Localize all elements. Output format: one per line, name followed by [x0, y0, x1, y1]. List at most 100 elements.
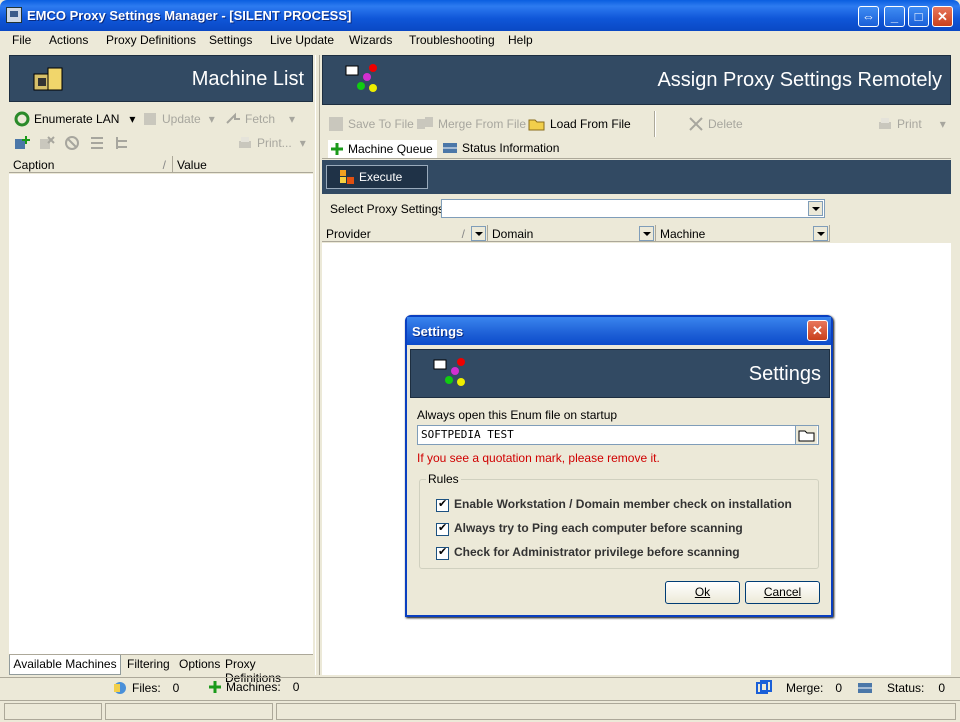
- menu-help[interactable]: Help: [508, 33, 533, 47]
- dialog-title-bar: Settings ✕: [407, 317, 831, 345]
- save-to-file-button[interactable]: Save To File: [328, 116, 414, 132]
- left-print-label: Print...: [257, 136, 292, 150]
- tab-options[interactable]: Options: [179, 657, 220, 671]
- merge-from-file-label: Merge From File: [438, 117, 527, 131]
- machines-status: Machines: 0: [208, 680, 299, 694]
- tab-status-information[interactable]: Status Information: [442, 141, 559, 155]
- status-panel: [276, 703, 956, 720]
- status-bar-top: Files: 0 Machines: 0 Merge: 0 Status: 0: [0, 677, 960, 699]
- filter-dropdown-icon[interactable]: [471, 226, 486, 241]
- rule-label-admin: Check for Administrator privilege before…: [454, 545, 740, 559]
- enumerate-lan-label: Enumerate LAN: [34, 112, 120, 126]
- tab-filtering[interactable]: Filtering: [127, 657, 170, 671]
- status-panel: [105, 703, 273, 720]
- update-label: Update: [162, 112, 201, 126]
- right-print-button[interactable]: Print ▾: [877, 116, 946, 132]
- load-from-file-label: Load From File: [550, 117, 631, 131]
- select-proxy-dropdown[interactable]: [441, 199, 825, 218]
- delete-label: Delete: [708, 117, 743, 131]
- left-tabs: Available Machines Filtering Options Pro…: [9, 654, 313, 685]
- domain-column-header[interactable]: Domain: [488, 225, 656, 242]
- files-status: Files: 0: [112, 680, 179, 696]
- menu-live-update[interactable]: Live Update: [270, 33, 334, 47]
- delete-icon: [689, 117, 703, 131]
- add-machine-icon[interactable]: [14, 135, 30, 151]
- status-bar-bottom: [0, 700, 960, 722]
- minimize-button[interactable]: _: [884, 6, 905, 27]
- machine-grid-body[interactable]: [9, 174, 313, 654]
- menu-settings[interactable]: Settings: [209, 33, 252, 47]
- menu-wizards[interactable]: Wizards: [349, 33, 392, 47]
- block-icon[interactable]: [64, 135, 80, 151]
- chevron-down-icon[interactable]: ▾: [300, 136, 306, 150]
- dialog-title: Settings: [412, 324, 464, 339]
- execute-icon: [340, 170, 354, 184]
- cancel-button[interactable]: Cancel: [745, 581, 820, 604]
- left-print-button[interactable]: Print... ▾: [237, 135, 306, 151]
- merge-from-file-button[interactable]: Merge From File: [416, 116, 526, 132]
- menu-bar: File Actions Proxy Definitions Settings …: [4, 31, 956, 51]
- pin-button[interactable]: ⇔: [858, 6, 879, 27]
- left-toolbar-row2: [14, 135, 130, 151]
- filter-dropdown-icon[interactable]: [813, 226, 828, 241]
- tab-available-machines[interactable]: Available Machines: [9, 655, 121, 675]
- ok-button[interactable]: Ok: [665, 581, 740, 604]
- delete-button[interactable]: Delete: [688, 116, 743, 132]
- close-button[interactable]: ✕: [932, 6, 953, 27]
- rule-checkbox-workstation[interactable]: [436, 497, 449, 512]
- update-button[interactable]: Update ▾: [142, 111, 215, 127]
- merge-icon: [417, 117, 433, 129]
- merge-status: Merge: 0: [756, 680, 842, 696]
- splitter[interactable]: [315, 55, 320, 675]
- chevron-down-icon[interactable]: ▾: [289, 112, 295, 126]
- rule-checkbox-ping[interactable]: [436, 521, 449, 536]
- fetch-button[interactable]: Fetch ▾: [225, 111, 295, 127]
- title-bar: EMCO Proxy Settings Manager - [SILENT PR…: [0, 0, 960, 31]
- tree-icon[interactable]: [114, 135, 130, 151]
- window-title: EMCO Proxy Settings Manager - [SILENT PR…: [27, 8, 352, 23]
- menu-proxy-definitions[interactable]: Proxy Definitions: [106, 33, 196, 47]
- remove-machine-icon[interactable]: [39, 135, 55, 151]
- menu-troubleshooting[interactable]: Troubleshooting: [409, 33, 495, 47]
- network-icon: [345, 64, 377, 92]
- dialog-close-button[interactable]: ✕: [807, 320, 828, 341]
- browse-button[interactable]: [795, 426, 817, 444]
- filter-dropdown-icon[interactable]: [639, 226, 654, 241]
- printer-icon: [879, 118, 891, 129]
- menu-file[interactable]: File: [12, 33, 31, 47]
- machine-grid-header: Caption / Value: [9, 156, 313, 173]
- startup-file-input[interactable]: SOFTPEDIA TEST: [417, 425, 819, 445]
- chevron-down-icon[interactable]: ▾: [940, 117, 946, 131]
- provider-column-header[interactable]: Provider /: [322, 225, 488, 242]
- plus-icon: [209, 681, 221, 693]
- rule-label-ping: Always try to Ping each computer before …: [454, 521, 743, 535]
- execute-button[interactable]: Execute: [326, 165, 428, 189]
- status-status: Status: 0: [857, 680, 945, 696]
- chevron-down-icon[interactable]: ▾: [129, 112, 135, 126]
- quotation-warning: If you see a quotation mark, please remo…: [417, 451, 660, 465]
- network-icon: [433, 358, 465, 386]
- update-icon: [144, 113, 156, 125]
- maximize-button[interactable]: □: [908, 6, 929, 27]
- status-icon: [858, 683, 872, 693]
- menu-actions[interactable]: Actions: [49, 33, 88, 47]
- rule-checkbox-admin[interactable]: [436, 545, 449, 560]
- save-icon: [329, 117, 343, 131]
- assign-proxy-title: Assign Proxy Settings Remotely: [657, 69, 942, 91]
- chevron-down-icon[interactable]: ▾: [209, 112, 215, 126]
- list-icon[interactable]: [89, 135, 105, 151]
- startup-file-label: Always open this Enum file on startup: [417, 408, 618, 422]
- chevron-down-icon[interactable]: [808, 201, 823, 216]
- fetch-label: Fetch: [245, 112, 276, 126]
- machine-column-header[interactable]: Machine: [656, 225, 830, 242]
- right-tabs: Machine Queue Status Information: [322, 138, 951, 159]
- enumerate-lan-button[interactable]: Enumerate LAN ▾: [14, 111, 135, 127]
- tab-machine-queue[interactable]: Machine Queue: [328, 140, 437, 158]
- dialog-header: Settings: [410, 349, 830, 398]
- files-icon: [114, 682, 126, 694]
- load-from-file-button[interactable]: Load From File: [528, 116, 631, 132]
- toolbar-separator: [654, 111, 656, 137]
- value-column-header[interactable]: Value: [173, 156, 313, 173]
- caption-column-header[interactable]: Caption /: [9, 156, 173, 173]
- merge-status-icon: [756, 680, 772, 694]
